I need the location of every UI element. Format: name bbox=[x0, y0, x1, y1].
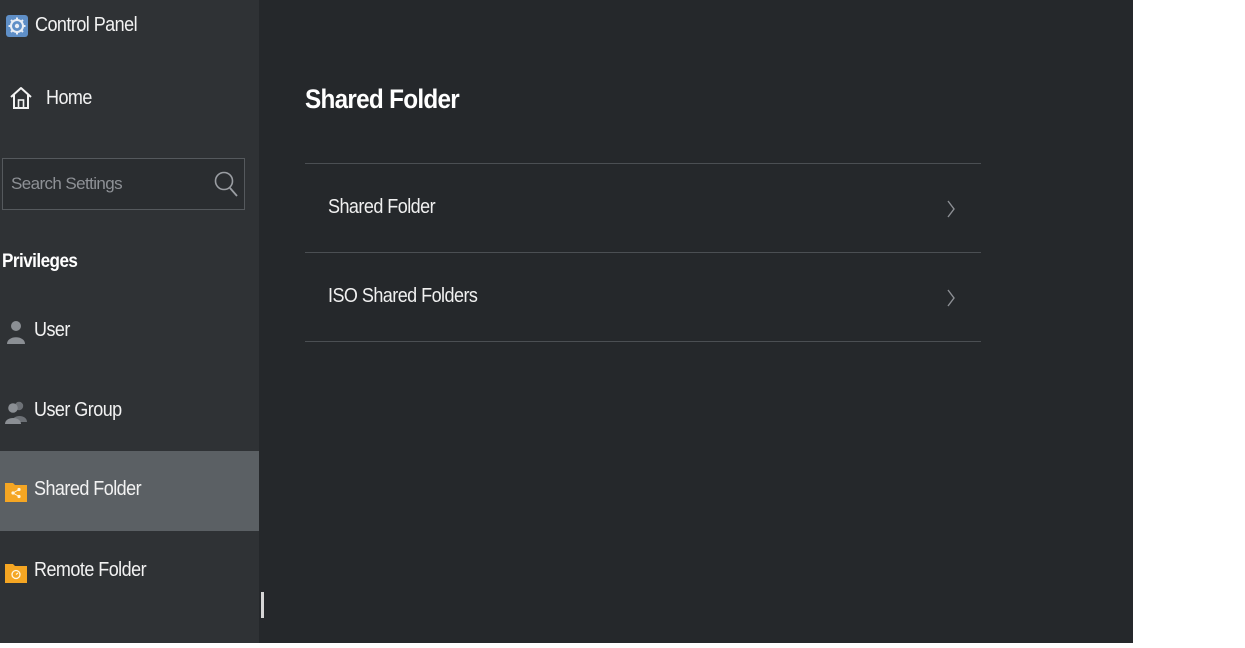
list-item-iso-shared-folders[interactable]: ISO Shared Folders bbox=[305, 253, 981, 342]
settings-list: Shared Folder ISO Shared Folders bbox=[305, 163, 981, 342]
home-label: Home bbox=[46, 87, 92, 109]
sidebar-item-user-group[interactable]: User Group bbox=[0, 372, 259, 452]
user-group-icon bbox=[4, 399, 28, 425]
privileges-heading: Privileges bbox=[2, 251, 78, 272]
sidebar: Control Panel Home Privileges bbox=[0, 0, 259, 643]
chevron-right-icon bbox=[945, 197, 957, 221]
home-nav-item[interactable]: Home bbox=[0, 74, 259, 124]
search-box bbox=[2, 158, 245, 210]
sidebar-item-remote-folder[interactable]: Remote Folder bbox=[0, 532, 259, 612]
remote-folder-icon bbox=[4, 559, 28, 585]
sidebar-item-label: Remote Folder bbox=[34, 559, 147, 581]
page-title: Shared Folder bbox=[305, 84, 460, 114]
gear-icon bbox=[6, 15, 28, 37]
title-bar: Control Panel bbox=[0, 0, 259, 52]
list-item-label: Shared Folder bbox=[328, 196, 436, 218]
sidebar-item-label: Shared Folder bbox=[34, 478, 142, 500]
shared-folder-icon bbox=[4, 478, 28, 504]
sidebar-resize-handle[interactable] bbox=[261, 592, 264, 618]
sidebar-item-user[interactable]: User bbox=[0, 292, 259, 372]
chevron-right-icon bbox=[945, 286, 957, 310]
list-item-label: ISO Shared Folders bbox=[328, 285, 478, 307]
home-icon bbox=[8, 85, 34, 111]
list-item-shared-folder[interactable]: Shared Folder bbox=[305, 164, 981, 253]
user-icon bbox=[4, 319, 28, 345]
sidebar-item-shared-folder[interactable]: Shared Folder bbox=[0, 451, 259, 531]
sidebar-item-label: User Group bbox=[34, 399, 122, 421]
app-title: Control Panel bbox=[35, 14, 138, 36]
search-icon[interactable] bbox=[212, 169, 240, 199]
sidebar-item-label: User bbox=[34, 319, 70, 341]
control-panel-window: Control Panel Home Privileges bbox=[0, 0, 1133, 643]
search-input[interactable] bbox=[11, 159, 211, 209]
